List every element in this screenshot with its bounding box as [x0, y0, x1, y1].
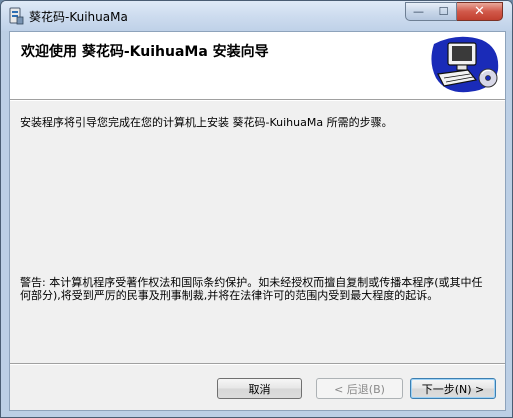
title-bar[interactable]: 葵花码-KuihuaMa — ☐ ✕ — [1, 1, 512, 31]
close-button[interactable]: ✕ — [457, 2, 503, 21]
copyright-warning: 警告: 本计算机程序受著作权法和国际条约保护。如未经授权而擅自复制或传播本程序(… — [20, 276, 483, 302]
minimize-button[interactable]: — — [405, 2, 432, 21]
close-icon: ✕ — [474, 4, 485, 19]
maximize-icon: ☐ — [438, 5, 449, 18]
cancel-button[interactable]: 取消 — [217, 378, 302, 399]
button-separator — [10, 363, 505, 365]
window-title: 葵花码-KuihuaMa — [29, 10, 128, 24]
wizard-banner: 欢迎使用 葵花码-KuihuaMa 安装向导 — [10, 32, 505, 99]
computer-setup-icon — [431, 36, 499, 93]
maximize-button[interactable]: ☐ — [431, 2, 457, 21]
next-button[interactable]: 下一步(N) > — [410, 378, 496, 399]
banner-title: 欢迎使用 葵花码-KuihuaMa 安装向导 — [21, 44, 269, 60]
minimize-icon: — — [413, 5, 424, 18]
intro-text: 安装程序将引导您完成在您的计算机上安装 葵花码-KuihuaMa 所需的步骤。 — [20, 116, 393, 129]
installer-app-icon — [9, 7, 24, 25]
back-button[interactable]: < 后退(B) — [316, 378, 403, 399]
wizard-client-area: 欢迎使用 葵花码-KuihuaMa 安装向导 安装程序将引导您完成在您的计算机上… — [9, 31, 506, 411]
banner-separator — [10, 99, 505, 101]
installer-window: 葵花码-KuihuaMa — ☐ ✕ 欢迎使用 葵花码-KuihuaMa 安装向… — [0, 0, 513, 418]
